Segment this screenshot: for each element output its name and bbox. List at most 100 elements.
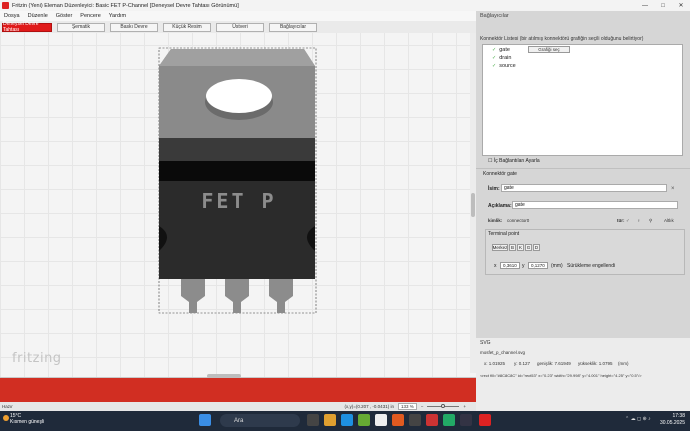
connectors-panel-header: Bağlayıcılar — [480, 12, 509, 19]
terminal-title: Terminal point — [488, 231, 520, 237]
south-button[interactable]: G — [525, 244, 532, 251]
svg-filename: mosfet_p_channel.svg — [480, 350, 526, 355]
task-view-icon[interactable] — [307, 414, 319, 426]
menu-file[interactable]: Dosya — [0, 13, 24, 19]
menu-edit[interactable]: Düzenle — [24, 13, 52, 19]
tab-breadboard[interactable]: Deneysel Devre Tahtası — [2, 21, 52, 33]
windows-start-icon[interactable] — [199, 414, 211, 426]
menu-view[interactable]: Göster — [52, 13, 77, 19]
menu-bar: Dosya Düzenle Göster Pencere Yardım — [0, 11, 476, 21]
view-tabs: Deneysel Devre Tahtası Şematik Baskı Dev… — [0, 21, 476, 33]
internal-connections-checkbox[interactable]: ☐ İç Bağlantıları Ayarla — [488, 158, 540, 164]
tab-schematic[interactable]: Şematik — [57, 22, 105, 32]
drag-locked-label: Sürükleme engellendi — [567, 263, 616, 269]
cursor-coords: (x,y)=(0.207 , -0.0431) in — [344, 404, 394, 409]
name-field[interactable]: gate — [501, 184, 667, 192]
divider — [476, 168, 690, 169]
connector-name: gate — [499, 47, 510, 53]
id-value: connector0 — [507, 218, 530, 223]
part-label: FET P — [201, 189, 276, 213]
unit-label: (mm) — [551, 263, 563, 269]
type-label: tür: — [617, 218, 625, 223]
check-icon: ✓ — [492, 47, 497, 53]
north-button[interactable]: B — [509, 244, 516, 251]
fritzing-taskbar-icon[interactable] — [479, 414, 491, 426]
status-right: (x,y)=(0.207 , -0.0431) in 133 % − + — [345, 403, 466, 410]
app-icon[interactable] — [426, 414, 438, 426]
store-icon[interactable] — [358, 414, 370, 426]
west-button[interactable]: D — [533, 244, 540, 251]
mounting-hole — [206, 79, 272, 113]
description-field[interactable]: gate — [512, 201, 678, 209]
select-graphic-button[interactable]: Grafiği seç — [528, 46, 570, 53]
description-label: Açıklama: — [488, 203, 512, 209]
weather-widget[interactable]: 15°C Kısmen güneşli — [10, 413, 44, 425]
fritzing-app-icon — [2, 2, 9, 9]
sun-icon — [3, 415, 9, 421]
svg-height: yükseklik: 1.0795 — [578, 361, 613, 366]
type-female-radio[interactable]: ♀ — [637, 218, 640, 223]
list-item[interactable]: ✓ drain — [492, 55, 511, 61]
svg-element-source: <rect fill="#8C8C8C" id="rect53" x="0.23… — [480, 373, 642, 378]
app-icon[interactable] — [460, 414, 472, 426]
clock[interactable]: 17:38 30.05.2025 — [660, 413, 685, 427]
minimize-button[interactable]: — — [636, 0, 654, 11]
pin-drain[interactable] — [225, 279, 249, 313]
list-item[interactable]: ✓ source — [492, 63, 516, 69]
type-male-radio[interactable]: ♂ — [626, 218, 629, 223]
center-button[interactable]: Merkez — [492, 244, 508, 251]
app-icon[interactable] — [443, 414, 455, 426]
connector-name: drain — [499, 55, 512, 61]
name-label: İsim: — [488, 186, 500, 192]
svg-panel-header: SVG — [480, 340, 491, 346]
connector-list-title: Konnektör Listesi (bir atılmış konnektör… — [480, 36, 644, 42]
zoom-level[interactable]: 133 % — [397, 403, 417, 410]
tab-highlight — [159, 49, 315, 66]
connector-list[interactable]: ✓ gate ✓ drain ✓ source — [482, 44, 683, 156]
chrome-icon[interactable] — [375, 414, 387, 426]
time: 17:38 — [672, 413, 685, 419]
type-pad-radio[interactable]: ⚲ — [649, 218, 652, 224]
bottom-toolbar — [0, 378, 476, 402]
list-item[interactable]: ✓ gate — [492, 47, 510, 53]
zoom-in-icon[interactable]: + — [463, 404, 466, 409]
window-controls: — □ ✕ — [636, 0, 690, 11]
file-explorer-icon[interactable] — [324, 414, 336, 426]
body-band — [159, 138, 315, 161]
title-bar: Fritzin (Yeni) Eleman Düzenleyici: Basic… — [0, 0, 690, 11]
taskbar-search[interactable]: Ara — [220, 414, 300, 427]
system-tray[interactable]: ⌃ ☁ ◻ ⊕ ♪ — [625, 416, 651, 422]
id-label: kimlik: — [488, 218, 503, 223]
y-field[interactable]: 0,1270 — [528, 262, 548, 269]
zoom-slider[interactable] — [427, 404, 460, 408]
close-button[interactable]: ✕ — [672, 0, 690, 11]
date: 30.05.2025 — [659, 420, 685, 426]
fritzing-watermark: fritzing — [12, 351, 62, 366]
pin-source[interactable] — [269, 279, 293, 313]
app-icon[interactable] — [392, 414, 404, 426]
menu-help[interactable]: Yardım — [105, 13, 130, 19]
vertical-scroll-thumb[interactable] — [471, 193, 475, 217]
app-icon[interactable] — [409, 414, 421, 426]
tab-pcb[interactable]: Baskı Devre — [110, 22, 158, 32]
pad-label: Altlık — [664, 218, 674, 223]
tab-icon[interactable]: Küçük Resim — [163, 22, 211, 32]
tab-metadata[interactable]: Üstveri — [216, 22, 264, 32]
pin-gate[interactable] — [181, 279, 205, 313]
zoom-out-icon[interactable]: − — [421, 404, 424, 409]
body-black — [159, 161, 315, 181]
fet-part-graphic[interactable]: FET P — [157, 46, 319, 316]
x-field[interactable]: 0,3610 — [500, 262, 520, 269]
edge-icon[interactable] — [341, 414, 353, 426]
zoom-slider-knob[interactable] — [441, 404, 446, 408]
east-button[interactable]: K — [517, 244, 524, 251]
close-icon[interactable]: × — [671, 186, 675, 192]
status-bar: Hazır (x,y)=(0.207 , -0.0431) in 133 % −… — [0, 402, 476, 411]
connector-section-title: Konnektör gate — [483, 171, 517, 177]
menu-window[interactable]: Pencere — [76, 13, 105, 19]
tab-connectors[interactable]: Bağlayıcılar — [269, 22, 317, 32]
svg-unit: (mm) — [618, 361, 629, 366]
check-icon: ✓ — [492, 55, 497, 61]
maximize-button[interactable]: □ — [654, 0, 672, 11]
search-label: Ara — [234, 417, 244, 424]
